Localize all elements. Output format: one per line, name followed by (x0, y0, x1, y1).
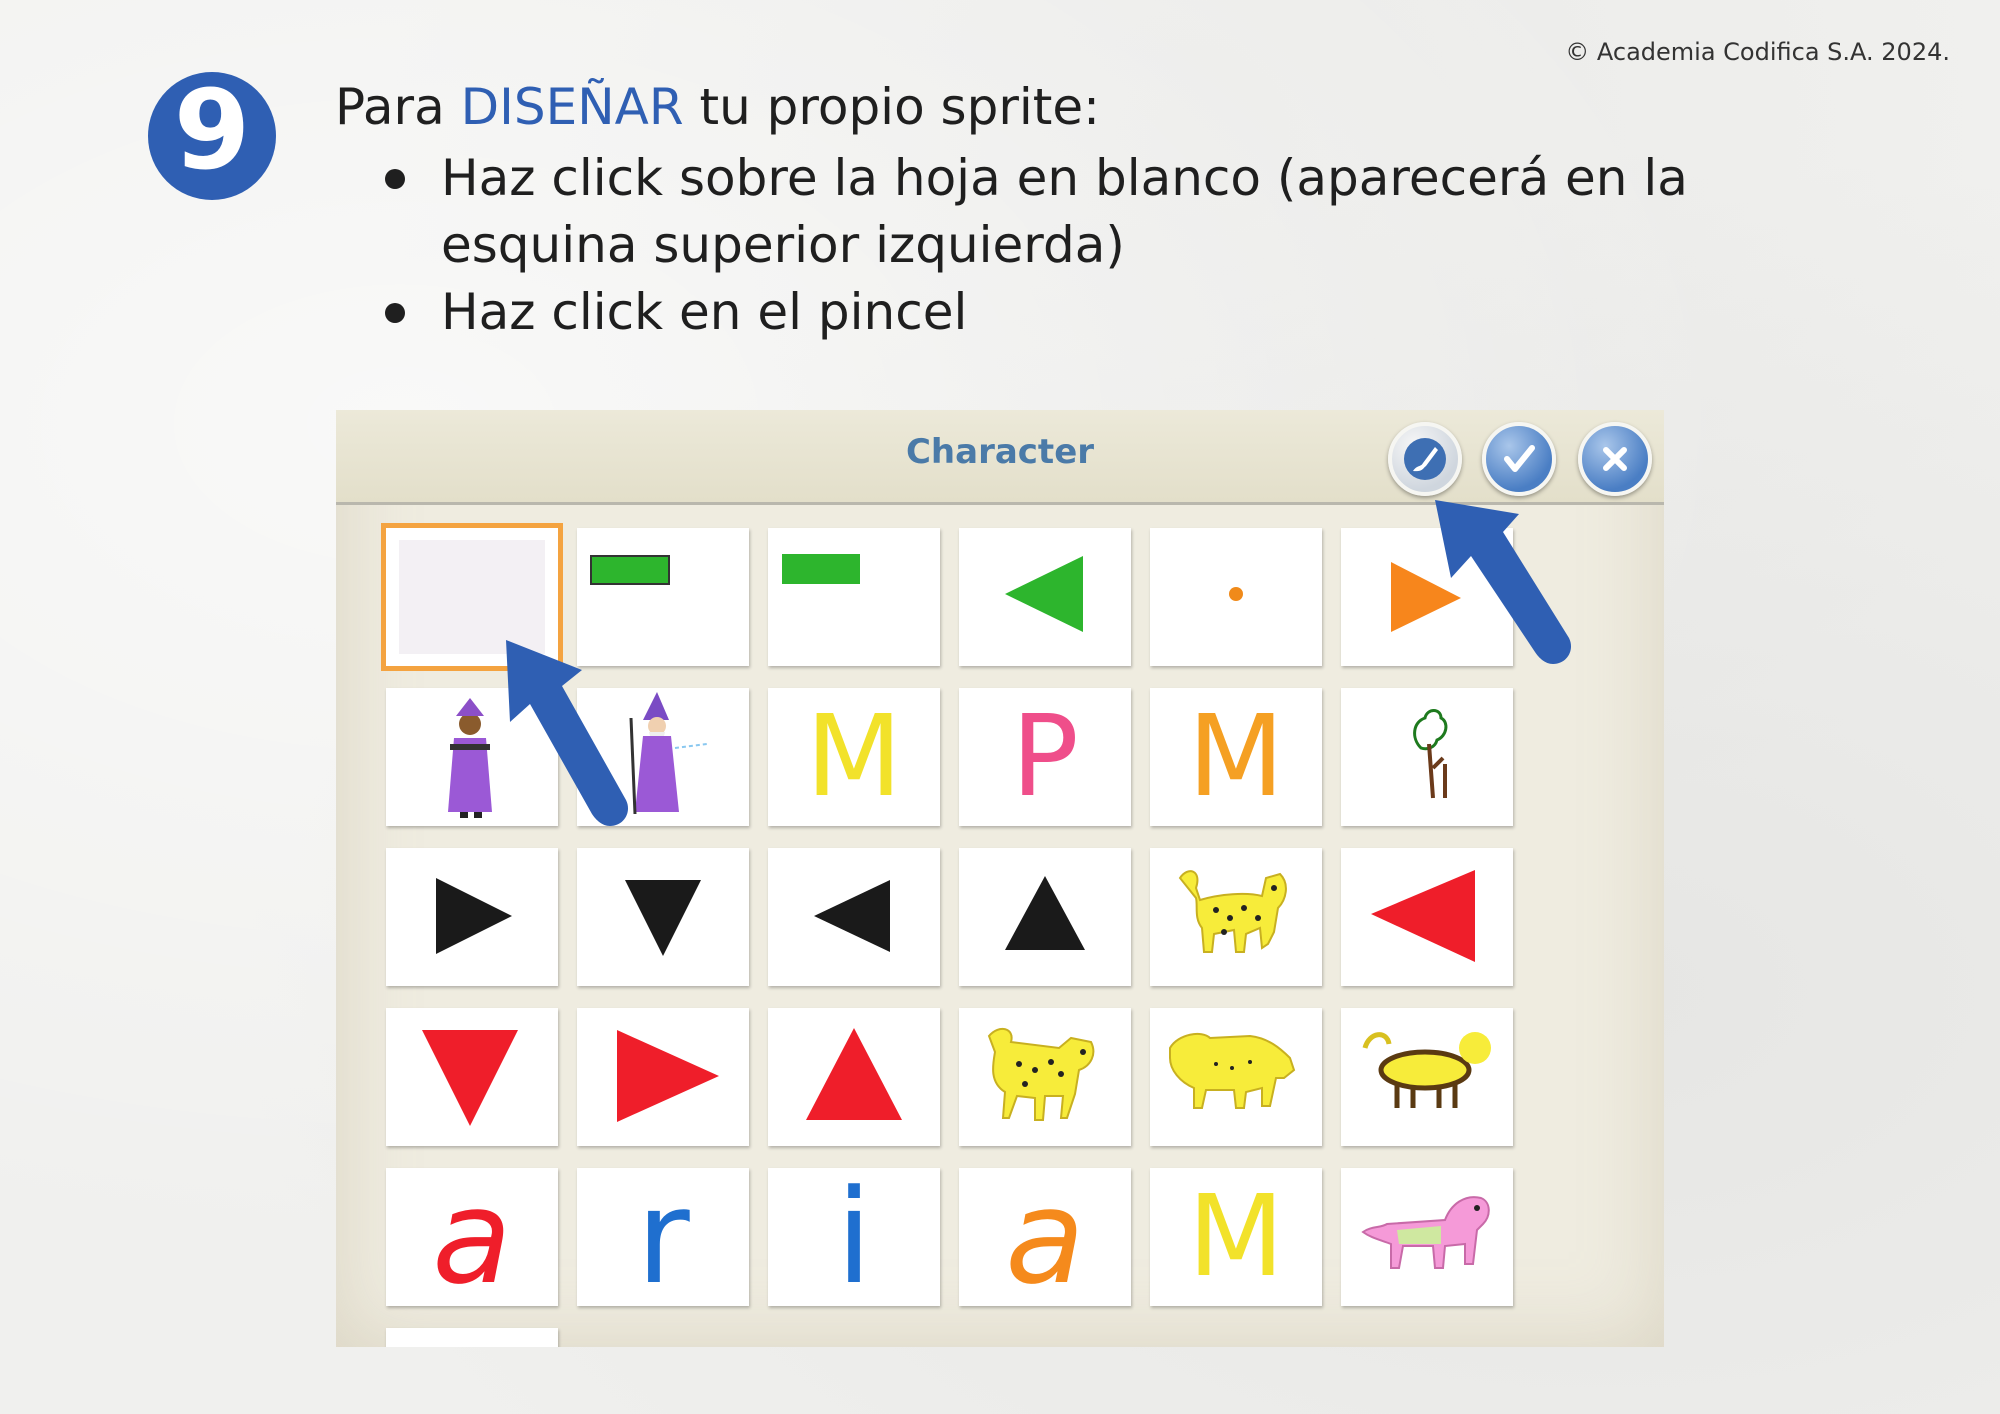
instruction-item: Haz click sobre la hoja en blanco (apare… (385, 145, 1725, 279)
sprite-tile[interactable] (768, 528, 940, 666)
letter-sprite: M (1187, 692, 1285, 822)
sprite-tile[interactable]: P (959, 688, 1131, 826)
sprite-tile[interactable] (1341, 1008, 1513, 1146)
sprite-tile[interactable]: a (959, 1168, 1131, 1306)
sprite-tile[interactable] (959, 1008, 1131, 1146)
character-picker-screenshot: Character M P M a r i a M (336, 410, 1664, 1347)
black-triangle-right-icon (436, 878, 512, 954)
sprite-tile[interactable] (1150, 528, 1322, 666)
red-triangle-left-icon (1371, 870, 1475, 962)
red-triangle-right-icon (617, 1030, 719, 1122)
black-triangle-left-icon (814, 880, 890, 952)
instruction-list: Haz click sobre la hoja en blanco (apare… (385, 145, 1725, 346)
green-rectangle-icon (782, 554, 860, 584)
sprite-tile[interactable] (577, 1008, 749, 1146)
checkmark-icon (1504, 445, 1535, 472)
letter-sprite: a (1005, 1161, 1085, 1313)
sprite-tile[interactable] (1341, 1168, 1513, 1306)
sprite-tile[interactable] (1341, 848, 1513, 986)
red-triangle-up-icon (806, 1028, 902, 1120)
black-triangle-up-icon (1005, 876, 1085, 950)
bear-sprite-icon (1169, 1032, 1296, 1109)
tree-sprite-icon (1413, 709, 1448, 799)
black-triangle-down-icon (625, 880, 701, 956)
copyright-notice: © Academia Codifica S.A. 2024. (1565, 38, 1950, 66)
sprite-tile[interactable] (386, 1008, 558, 1146)
sprite-tile-partial[interactable] (386, 1328, 558, 1347)
sprite-tile[interactable] (959, 848, 1131, 986)
sprite-tile[interactable] (1341, 688, 1513, 826)
paintbrush-button[interactable] (1388, 422, 1462, 496)
step-number: 9 (173, 66, 251, 194)
sprite-tile[interactable] (768, 848, 940, 986)
confirm-button[interactable] (1482, 422, 1556, 496)
orange-dot-icon (1229, 587, 1243, 601)
letter-sprite: i (835, 1161, 873, 1313)
letter-sprite: M (1187, 1172, 1285, 1302)
heading-highlight: DISEÑAR (460, 78, 684, 136)
letter-sprite: r (636, 1161, 690, 1313)
paintbrush-icon (1404, 438, 1446, 480)
instruction-heading: Para DISEÑAR tu propio sprite: (335, 78, 1100, 136)
close-icon (1603, 447, 1627, 471)
cheetah-sprite-icon (1178, 870, 1287, 953)
sprite-tile[interactable] (1150, 848, 1322, 986)
turtle-sprite-icon (1362, 1032, 1491, 1108)
pointer-arrow-blank-page (506, 640, 629, 826)
pointer-arrow-paintbrush (1435, 500, 1572, 664)
sprite-tile[interactable] (577, 848, 749, 986)
heading-prefix: Para (335, 78, 461, 136)
sprite-tile[interactable] (959, 528, 1131, 666)
sprite-tile[interactable]: i (768, 1168, 940, 1306)
letter-sprite: a (432, 1161, 512, 1313)
sprite-tile[interactable]: r (577, 1168, 749, 1306)
sprite-tile[interactable]: M (1150, 688, 1322, 826)
instruction-item: Haz click en el pincel (385, 279, 1725, 346)
sprite-tile[interactable] (1150, 1008, 1322, 1146)
sprite-tile[interactable]: M (768, 688, 940, 826)
letter-sprite: P (1011, 692, 1079, 822)
sprite-tile[interactable] (768, 1008, 940, 1146)
close-button[interactable] (1578, 422, 1652, 496)
green-triangle-left-icon (1005, 556, 1083, 632)
sprite-tile[interactable] (386, 848, 558, 986)
sprite-tile[interactable]: a (386, 1168, 558, 1306)
heading-suffix: tu propio sprite: (683, 78, 1101, 136)
cheetah-walking-sprite-icon (987, 1027, 1095, 1121)
step-number-badge: 9 (148, 72, 276, 200)
red-triangle-down-icon (422, 1030, 518, 1126)
dog-sprite-icon (1361, 1196, 1490, 1269)
sprite-tile[interactable]: M (1150, 1168, 1322, 1306)
letter-sprite: M (805, 692, 903, 822)
panel-title: Character (905, 432, 1095, 472)
